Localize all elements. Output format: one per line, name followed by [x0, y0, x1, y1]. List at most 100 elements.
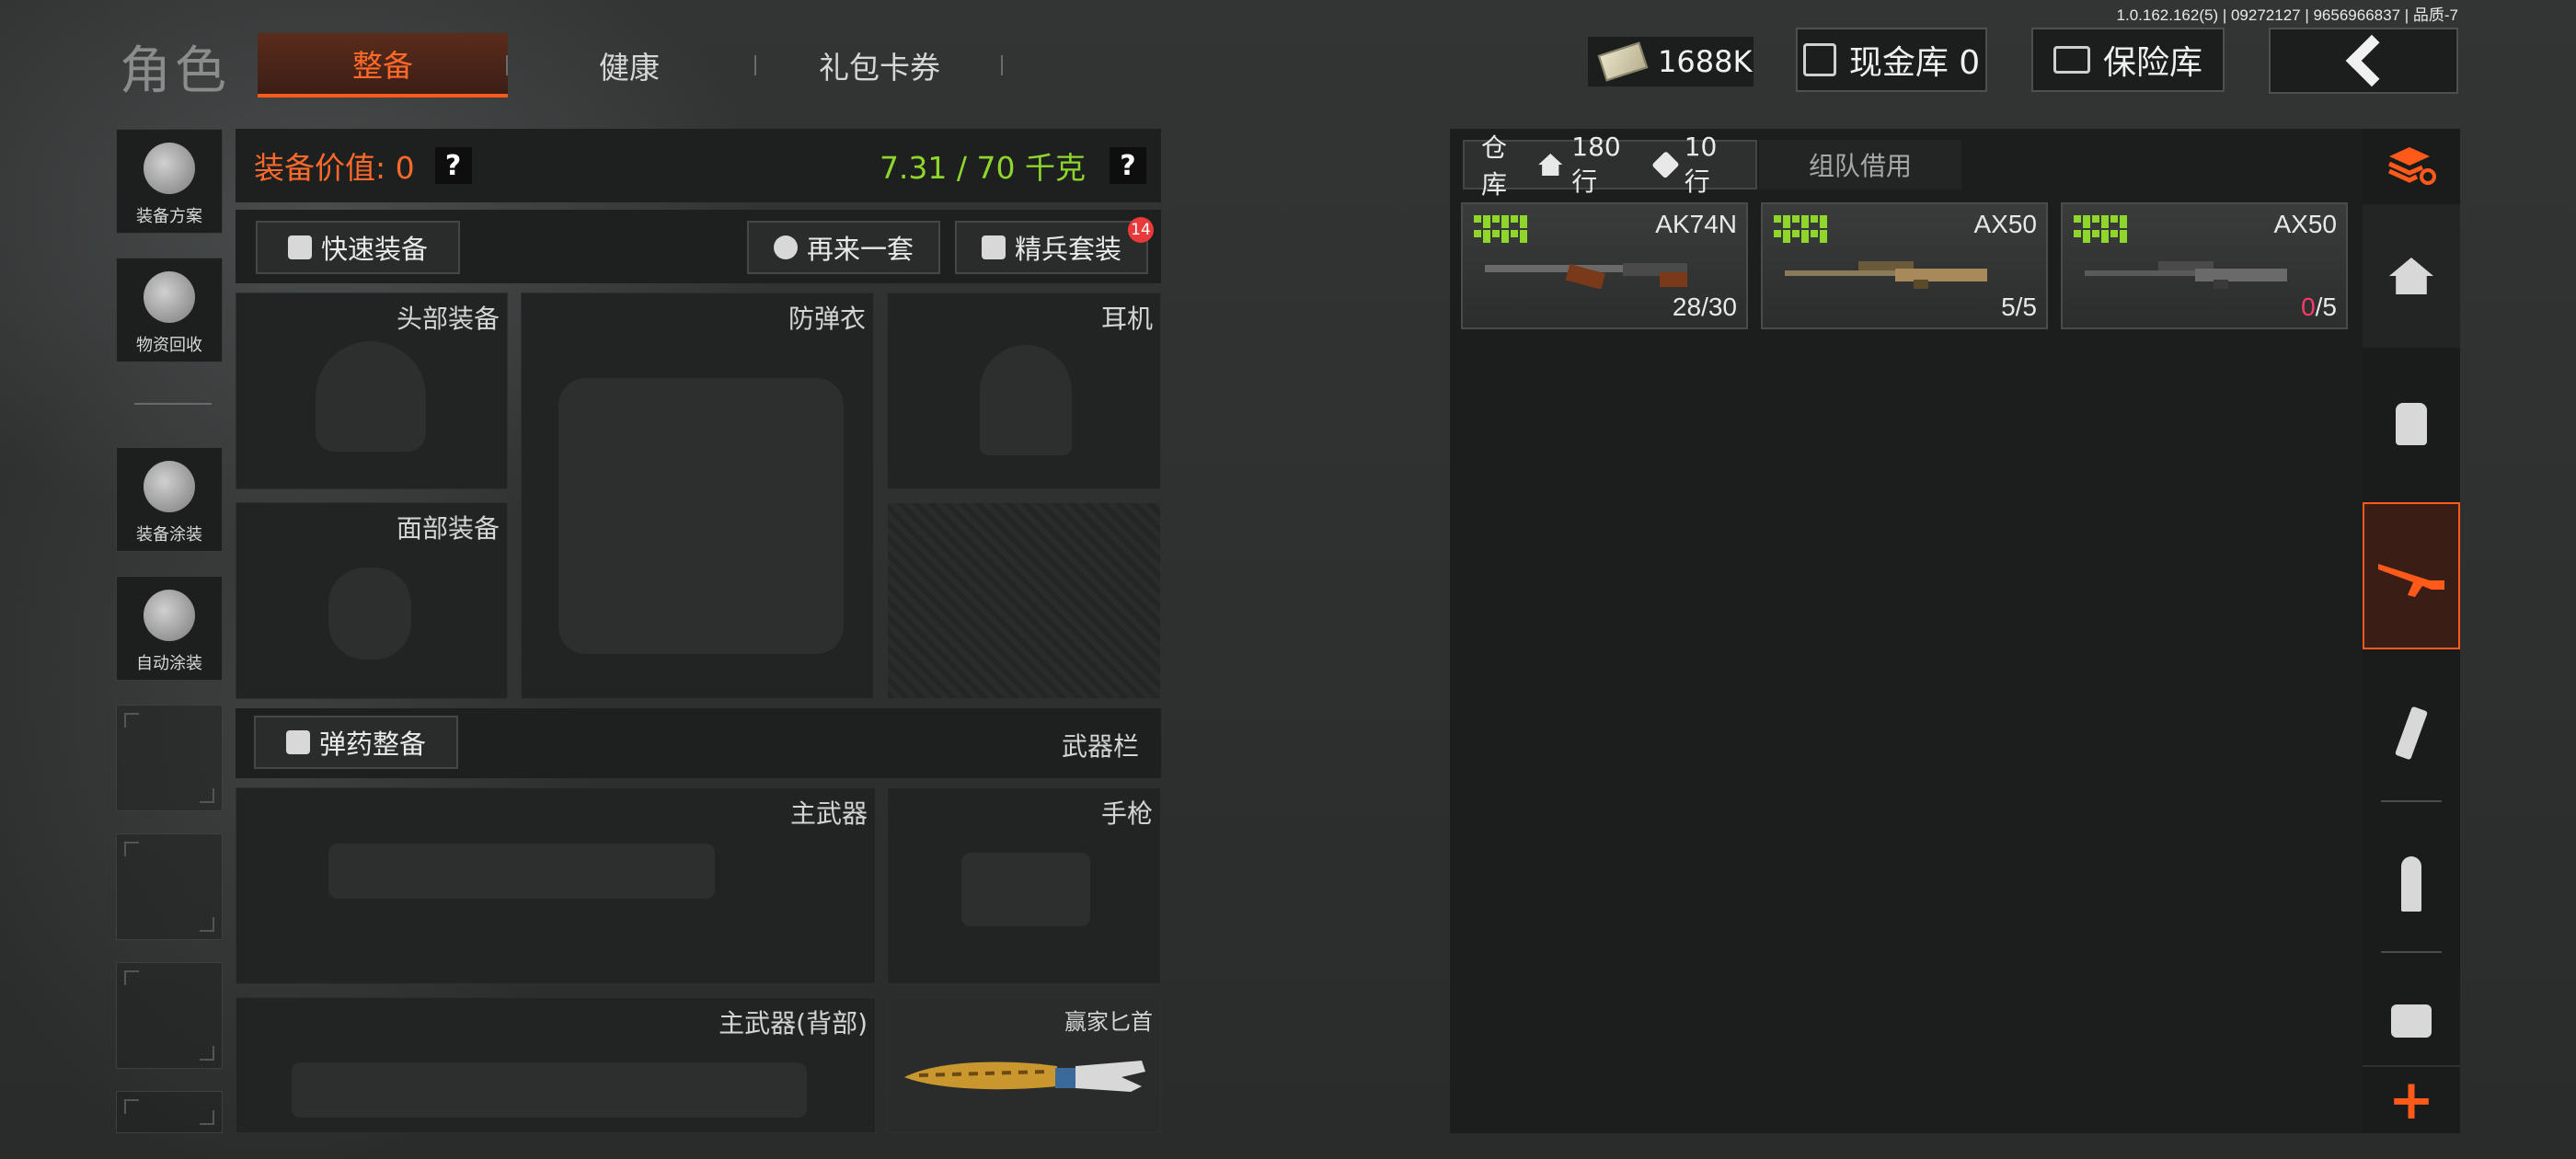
- tab-equip[interactable]: 整备: [258, 33, 508, 98]
- category-home[interactable]: [2363, 204, 2460, 348]
- weight-label: 7.31 / 70 千克: [879, 150, 1086, 186]
- slot-label: 头部装备: [396, 304, 500, 334]
- tab-divider: [1001, 55, 1003, 75]
- equipment-paint-button[interactable]: 装备涂装: [116, 447, 223, 552]
- helmet-icon: [316, 341, 426, 452]
- category-scope[interactable]: [2363, 979, 2460, 1063]
- ammo-prep-button[interactable]: 弹药整备: [254, 716, 458, 769]
- headset-icon: [980, 345, 1072, 455]
- insurance-vault-button[interactable]: 保险库: [2031, 28, 2225, 92]
- tab-team-borrow[interactable]: 组队借用: [1759, 140, 1961, 189]
- category-vest[interactable]: [2363, 368, 2460, 480]
- slot-label: 面部装备: [396, 513, 500, 544]
- stack-refresh-icon: [2387, 147, 2436, 185]
- equipment-value: 装备价值: 0 ?: [254, 143, 472, 188]
- helmet-icon: [144, 143, 195, 194]
- again-set-button[interactable]: 再来一套: [747, 221, 940, 274]
- ammo-total: /30: [1701, 293, 1737, 321]
- elite-set-label: 精兵套装: [1014, 234, 1121, 265]
- warehouse-rows-house: 180行: [1571, 131, 1621, 197]
- scope-icon: [2391, 1004, 2432, 1038]
- category-ammo[interactable]: [2363, 828, 2460, 940]
- warehouse-item[interactable]: AK74N 28/30: [1461, 202, 1748, 329]
- cash-vault-label: 现金库 0: [1848, 44, 1981, 82]
- equipment-value-bar: 装备价值: 0 ? 7.31 / 70 千克 ?: [236, 129, 1161, 202]
- ammo-count: 0/5: [2301, 293, 2337, 322]
- shirt-icon: [287, 235, 312, 259]
- warehouse-rows-tag: 10行: [1684, 131, 1718, 197]
- tab-warehouse[interactable]: 仓库 180行 10行: [1463, 132, 1757, 200]
- empty-slot: [116, 962, 223, 1069]
- help-icon[interactable]: ?: [434, 147, 472, 184]
- pistol-slot[interactable]: 手枪: [887, 787, 1161, 984]
- money-value: 1688K: [1658, 44, 1753, 79]
- locked-slot: [887, 502, 1161, 699]
- item-name: AX50: [2273, 210, 2338, 238]
- tab-health[interactable]: 健康: [504, 33, 754, 98]
- quick-equip-label: 快速装备: [320, 234, 428, 265]
- equipment-value-label: 装备价值: 0: [254, 150, 415, 186]
- sidebar-divider: [134, 403, 212, 405]
- vault-icon: [1802, 43, 1836, 76]
- slot-label: 耳机: [1100, 304, 1153, 334]
- slot-label: 防弹衣: [788, 304, 866, 334]
- warehouse-tab-label: 仓库: [1481, 132, 1508, 200]
- durability-bars: [1474, 215, 1533, 243]
- knife-icon: [904, 1061, 1145, 1092]
- primary-back-weapon-slot[interactable]: 主武器(背部): [236, 997, 876, 1133]
- side-label: 装备方案: [136, 207, 202, 226]
- home-icon: [1538, 154, 1563, 176]
- category-all[interactable]: [2363, 129, 2460, 202]
- ammo-current: 5: [2001, 293, 2016, 321]
- empty-slot: [116, 1091, 223, 1133]
- headset-slot[interactable]: 耳机: [887, 293, 1161, 489]
- knife-slot[interactable]: 赢家匕首: [887, 997, 1161, 1133]
- weapon-bar: 弹药整备 武器栏: [236, 708, 1161, 778]
- rifle-icon: [328, 843, 715, 899]
- equipment-plan-button[interactable]: 装备方案: [116, 129, 223, 234]
- elite-set-button[interactable]: 精兵套装 14: [955, 217, 1154, 274]
- material-recycle-button[interactable]: 物资回收: [116, 258, 223, 362]
- item-name: AK74N: [1655, 210, 1737, 238]
- back-button[interactable]: [2269, 28, 2458, 94]
- slot-label: 手枪: [1100, 798, 1153, 829]
- auto-paint-button[interactable]: 自动涂装: [116, 576, 223, 681]
- category-rifle[interactable]: [2363, 502, 2460, 649]
- armor-slot[interactable]: 防弹衣: [521, 293, 874, 699]
- warehouse-item[interactable]: AX50 0/5: [2061, 202, 2348, 329]
- again-set-label: 再来一套: [806, 234, 914, 265]
- helmet-paint-icon: [144, 461, 195, 512]
- cash-vault-button[interactable]: 现金库 0: [1796, 28, 1987, 92]
- plus-icon: +: [2387, 1068, 2435, 1132]
- ammo-total: /5: [2015, 293, 2037, 321]
- vest-icon: [558, 378, 844, 654]
- category-divider: [2381, 800, 2442, 802]
- category-magazine[interactable]: [2363, 677, 2460, 789]
- ammo-current: 0: [2301, 293, 2316, 321]
- add-category-button[interactable]: +: [2363, 1065, 2460, 1133]
- rifle-icon: [2378, 564, 2444, 597]
- rifle-icon: [292, 1062, 807, 1118]
- empty-slot: [116, 705, 223, 811]
- side-label: 物资回收: [136, 336, 202, 355]
- quick-actions-bar: 快速装备 再来一套 精兵套装 14: [236, 210, 1161, 283]
- insurance-label: 保险库: [2102, 44, 2202, 82]
- notification-badge: 14: [1128, 217, 1154, 243]
- durability-bars: [2074, 215, 2133, 243]
- side-label: 自动涂装: [136, 654, 202, 673]
- slot-label: 主武器(背部): [719, 1008, 868, 1039]
- primary-weapon-slot[interactable]: 主武器: [236, 787, 876, 984]
- warehouse-item[interactable]: AX50 5/5: [1761, 202, 2048, 329]
- ammo-current: 28: [1672, 293, 1702, 321]
- ammo-icon: [285, 730, 310, 754]
- quick-equip-button[interactable]: 快速装备: [256, 221, 460, 274]
- tab-gift-coupon[interactable]: 礼包卡券: [754, 33, 1005, 98]
- weight-info: 7.31 / 70 千克 ?: [880, 143, 1146, 188]
- face-slot[interactable]: 面部装备: [236, 502, 508, 699]
- slot-label: 赢家匕首: [1064, 1009, 1153, 1035]
- weapon-bar-label: 武器栏: [1061, 731, 1139, 762]
- bullet-icon: [2401, 856, 2421, 912]
- item-name: AX50: [1973, 210, 2038, 238]
- help-icon[interactable]: ?: [1110, 147, 1146, 184]
- head-slot[interactable]: 头部装备: [236, 293, 508, 489]
